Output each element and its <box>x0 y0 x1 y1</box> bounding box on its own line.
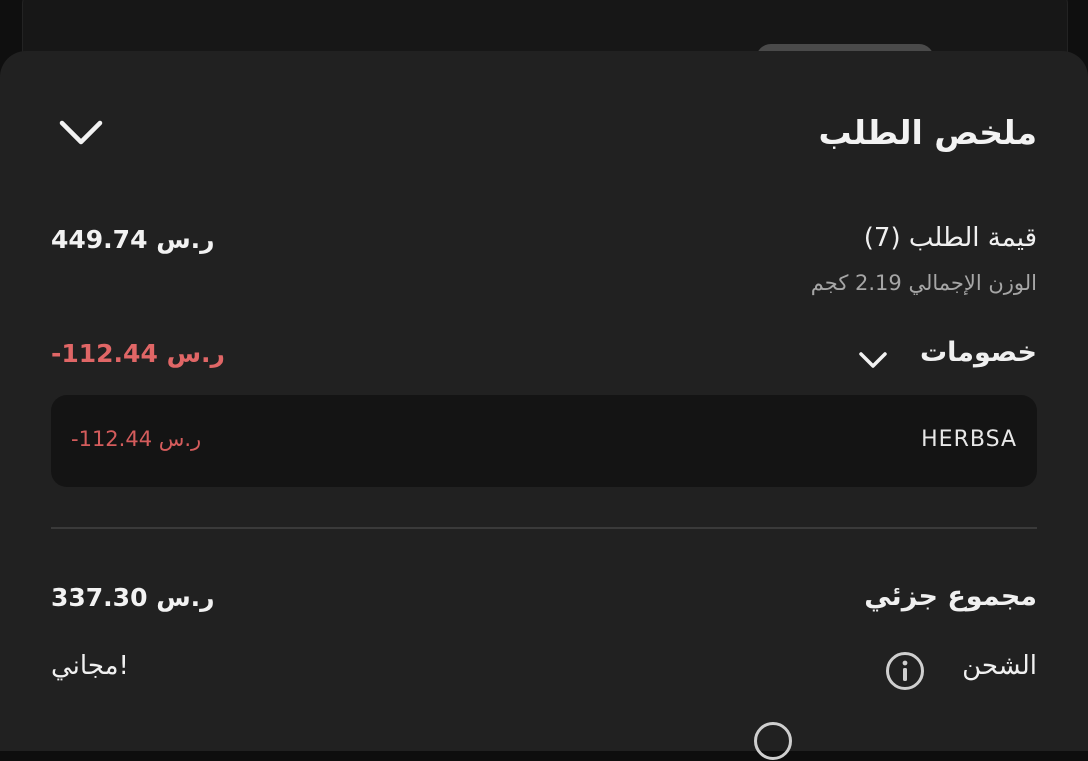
order-summary-sheet: ملخص الطلب قيمة الطلب (7) الوزن الإجمالي… <box>0 51 1088 760</box>
order-value-row: قيمة الطلب (7) الوزن الإجمالي 2.19 كجم 4… <box>51 223 1037 313</box>
shipping-label: الشحن <box>962 651 1037 681</box>
divider <box>51 527 1037 529</box>
sheet-title: ملخص الطلب <box>818 113 1037 152</box>
order-value-label: قيمة الطلب (7) <box>863 223 1037 253</box>
info-icon[interactable] <box>885 651 925 691</box>
discounts-row[interactable]: خصومات -112.44 ر.س <box>51 337 1037 381</box>
chevron-down-icon <box>59 120 103 145</box>
coupon-amount: -112.44 ر.س <box>71 427 202 451</box>
subtotal-label: مجموع جزئي <box>864 581 1037 612</box>
discounts-total-amount: -112.44 ر.س <box>51 339 225 368</box>
chevron-down-icon <box>859 352 887 368</box>
info-icon <box>754 722 792 760</box>
order-value-amount: 449.74 ر.س <box>51 225 215 254</box>
shipping-row: الشحن مجاني! <box>51 651 1037 695</box>
discounts-label: خصومات <box>920 337 1037 368</box>
subtotal-row: مجموع جزئي 337.30 ر.س <box>51 581 1037 625</box>
coupon-code: HERBSA <box>921 427 1017 452</box>
total-weight-label: الوزن الإجمالي 2.19 كجم <box>810 271 1037 295</box>
collapse-button[interactable] <box>51 107 115 157</box>
shipping-value: مجاني! <box>51 651 129 681</box>
sheet-header: ملخص الطلب <box>51 107 1037 163</box>
coupon-item: HERBSA -112.44 ر.س <box>51 395 1037 487</box>
subtotal-amount: 337.30 ر.س <box>51 583 215 612</box>
